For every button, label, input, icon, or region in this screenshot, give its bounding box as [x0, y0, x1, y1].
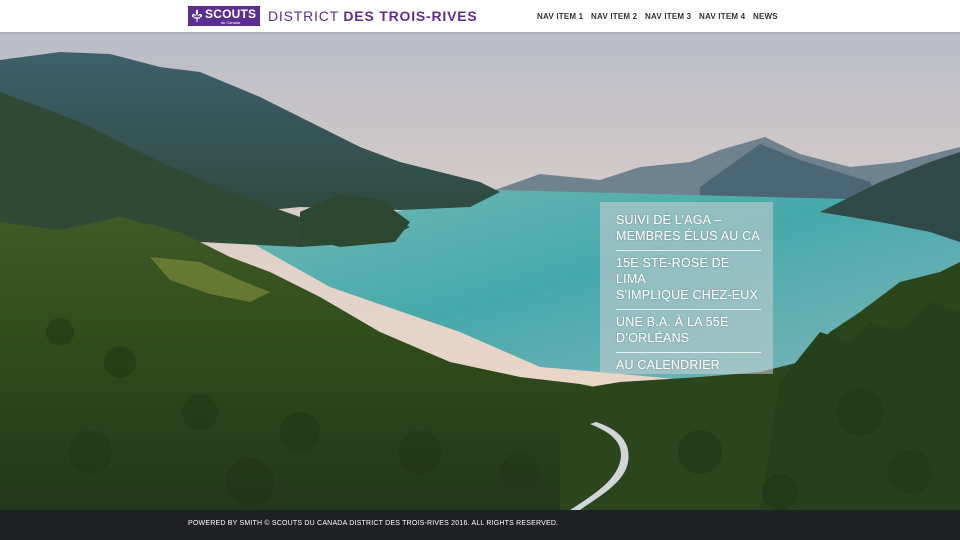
nav-item-4[interactable]: NAV ITEM 4 [699, 12, 745, 21]
news-item-orleans-line1: UNE B.A. À LA 55E [616, 315, 729, 329]
news-item-ste-rose[interactable]: 15E STE-ROSE DE LIMA S’IMPLIQUE CHEZ-EUX [616, 251, 761, 310]
news-item-aga-line1: SUIVI DE L’AGA – [616, 213, 722, 227]
news-item-aga[interactable]: SUIVI DE L’AGA – MEMBRES ÉLUS AU CA [616, 208, 761, 251]
nav-item-1[interactable]: NAV ITEM 1 [537, 12, 583, 21]
news-item-ste-rose-line1: 15E STE-ROSE DE LIMA [616, 256, 730, 286]
news-item-ste-rose-line2: S’IMPLIQUE CHEZ-EUX [616, 288, 759, 302]
hero-banner: SUIVI DE L’AGA – MEMBRES ÉLUS AU CA 15E … [0, 32, 960, 510]
nav-item-2[interactable]: NAV ITEM 2 [591, 12, 637, 21]
news-item-aga-line2: MEMBRES ÉLUS AU CA [616, 229, 760, 243]
news-item-calendrier-line1: AU CALENDRIER [616, 358, 721, 372]
nav-item-news[interactable]: NEWS [753, 12, 778, 21]
nav-item-3[interactable]: NAV ITEM 3 [645, 12, 691, 21]
site-footer: POWERED BY SMITH © SCOUTS DU CANADA DIST… [0, 510, 960, 540]
news-item-orleans[interactable]: UNE B.A. À LA 55E D’ORLÉANS [616, 310, 761, 353]
news-item-orleans-line2: D’ORLÉANS [616, 331, 690, 345]
main-nav: NAV ITEM 1 NAV ITEM 2 NAV ITEM 3 NAV ITE… [0, 12, 960, 24]
site-header: SCOUTS du Canada DISTRICT DES TROIS-RIVE… [0, 0, 960, 32]
footer-copyright: POWERED BY SMITH © SCOUTS DU CANADA DIST… [188, 520, 559, 527]
news-item-calendrier[interactable]: AU CALENDRIER [616, 353, 761, 379]
news-panel: SUIVI DE L’AGA – MEMBRES ÉLUS AU CA 15E … [600, 202, 773, 374]
landscape-background [0, 32, 960, 510]
